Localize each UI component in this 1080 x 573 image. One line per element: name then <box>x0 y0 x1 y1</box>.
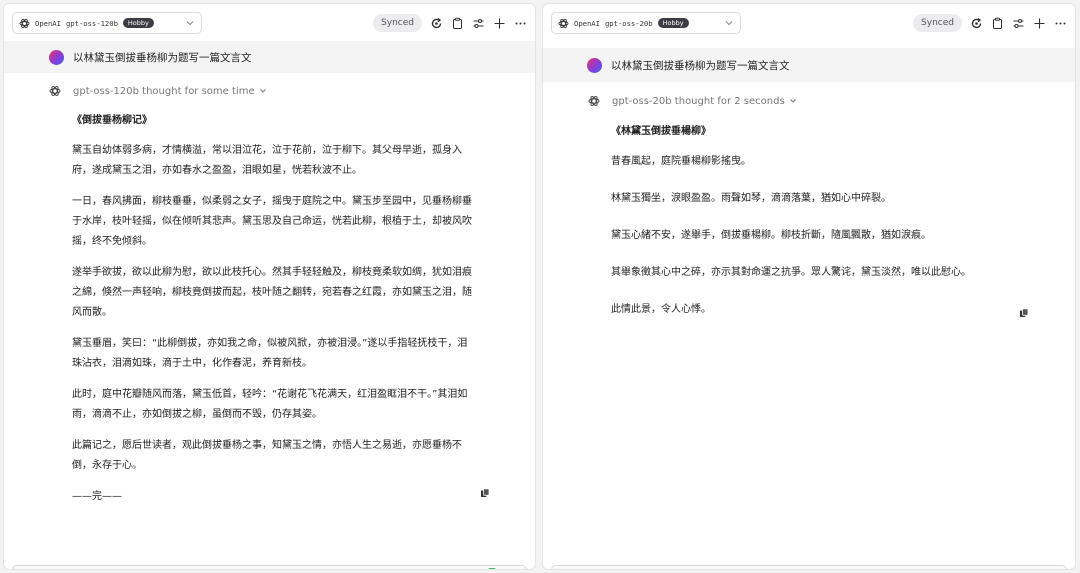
openai-logo-icon <box>49 85 61 97</box>
synced-toggle[interactable]: Synced <box>373 14 422 32</box>
plus-icon[interactable] <box>1033 17 1046 30</box>
model-name: gpt-oss-20b <box>604 18 653 28</box>
chevron-down-icon <box>789 97 797 105</box>
response-title: 《倒拔垂杨柳记》 <box>72 115 152 126</box>
chat-panel-right: OpenAI gpt-oss-20b Hobby Synced 以林黛玉倒拔垂杨… <box>542 3 1076 570</box>
assistant-response: 《林黛玉倒拔垂楊柳》 昔春風起，庭院垂楊柳影搖曳。 林黛玉獨坐，淚眼盈盈。雨聲如… <box>611 122 1021 337</box>
provider-name: OpenAI <box>35 18 61 28</box>
response-paragraph: 黛玉自幼体弱多病，才情横溢，常以泪泣花，泣于花前，泣于柳下。其父母早逝，孤身入府… <box>72 145 462 176</box>
clipboard-icon[interactable] <box>991 17 1004 30</box>
thought-toggle[interactable]: gpt-oss-120b thought for some time <box>49 85 267 97</box>
response-paragraph: 此时，庭中花瓣随风而落，黛玉低首，轻吟：“花谢花飞花满天，红泪盈眶泪不干。”其泪… <box>72 389 468 420</box>
panel-tools: Synced <box>373 12 527 34</box>
user-avatar <box>49 49 64 65</box>
response-paragraph: 一日，春风拂面，柳枝垂垂，似柔弱之女子，摇曳于庭院之中。黛玉步至园中，见垂杨柳垂… <box>72 196 472 247</box>
chevron-down-icon <box>724 18 734 28</box>
plus-icon[interactable] <box>493 17 506 30</box>
clipboard-icon[interactable] <box>451 17 464 30</box>
response-paragraph: 此情此景，令人心悸。 <box>611 304 711 315</box>
synced-toggle[interactable]: Synced <box>913 14 962 32</box>
response-paragraph: 其舉象徵其心中之碎，亦示其對命運之抗爭。眾人驚诧，黛玉淡然，唯以此慰心。 <box>611 267 971 278</box>
chevron-down-icon <box>185 18 195 28</box>
openai-logo-icon <box>588 95 600 107</box>
settings-sliders-icon[interactable] <box>472 17 485 30</box>
settings-sliders-icon[interactable] <box>1012 17 1025 30</box>
response-ending: ——完—— <box>72 491 122 502</box>
copy-icon[interactable] <box>1019 308 1029 318</box>
more-options-icon[interactable] <box>1054 17 1067 30</box>
provider-name: OpenAI <box>574 18 600 28</box>
tier-badge: Hobby <box>657 18 689 28</box>
panel-tools: Synced <box>913 12 1067 34</box>
copy-icon[interactable] <box>480 488 490 498</box>
chat-panel-left: OpenAI gpt-oss-120b Hobby Synced 以林黛玉倒拔垂… <box>3 3 536 570</box>
tier-badge: Hobby <box>122 18 154 28</box>
user-message: 以林黛玉倒拔垂杨柳为题写一篇文言文 <box>4 41 535 73</box>
thought-label: gpt-oss-20b thought for 2 seconds <box>612 95 785 107</box>
thought-toggle[interactable]: gpt-oss-20b thought for 2 seconds <box>588 95 797 107</box>
user-message-text: 以林黛玉倒拔垂杨柳为题写一篇文言文 <box>73 51 252 64</box>
chevron-down-icon <box>259 87 267 95</box>
user-message-text: 以林黛玉倒拔垂杨柳为题写一篇文言文 <box>611 59 790 72</box>
response-title: 《林黛玉倒拔垂楊柳》 <box>611 126 711 137</box>
user-avatar <box>587 57 602 73</box>
panel-toolbar: OpenAI gpt-oss-20b Hobby Synced <box>543 4 1075 44</box>
response-paragraph: 黛玉垂眉，笑曰：“此柳倒拔，亦如我之命，似被风掀，亦被泪浸。”遂以手指轻抚枝干，… <box>72 338 468 369</box>
model-name: gpt-oss-120b <box>65 18 118 28</box>
refresh-icon[interactable] <box>970 17 983 30</box>
more-options-icon[interactable] <box>514 17 527 30</box>
user-message: 以林黛玉倒拔垂杨柳为题写一篇文言文 <box>543 48 1075 82</box>
refresh-icon[interactable] <box>430 17 443 30</box>
response-paragraph: 林黛玉獨坐，淚眼盈盈。雨聲如琴，滴滴落葉，猶如心中碎裂。 <box>611 193 891 204</box>
message-input-edge[interactable] <box>12 565 527 569</box>
response-paragraph: 黛玉心緒不安，遂舉手，倒拔垂楊柳。柳枝折斷，隨風飄散，猶如淚痕。 <box>611 230 931 241</box>
panel-toolbar: OpenAI gpt-oss-120b Hobby Synced <box>4 4 535 44</box>
response-paragraph: 遂举手欲拔，欲以此柳为慰，欲以此枝托心。然其手轻轻触及，柳枝竟柔软如绸，犹如泪痕… <box>72 267 472 318</box>
openai-logo-icon <box>19 18 30 29</box>
openai-logo-icon <box>558 18 569 29</box>
model-selector[interactable]: OpenAI gpt-oss-120b Hobby <box>12 12 202 34</box>
message-input-edge[interactable] <box>551 565 1067 569</box>
response-paragraph: 昔春風起，庭院垂楊柳影搖曳。 <box>611 156 751 167</box>
thought-label: gpt-oss-120b thought for some time <box>73 85 255 97</box>
response-paragraph: 此篇记之，愿后世读者，观此倒拔垂杨之事，知黛玉之情，亦悟人生之易逝，亦愿垂杨不倒… <box>72 440 462 471</box>
assistant-response: 《倒拔垂杨柳记》 黛玉自幼体弱多病，才情横溢，常以泪泣花，泣于花前，泣于柳下。其… <box>72 111 472 518</box>
send-indicator <box>488 568 496 569</box>
model-selector[interactable]: OpenAI gpt-oss-20b Hobby <box>551 12 741 34</box>
